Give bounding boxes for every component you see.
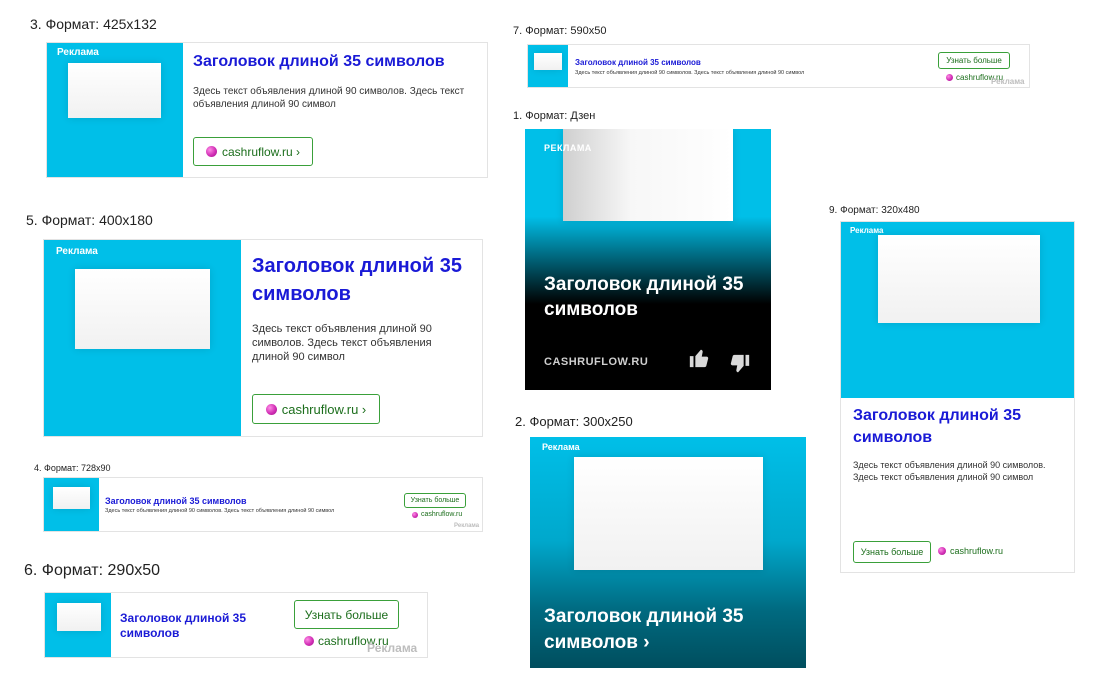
domain-text: cashruflow.ru bbox=[950, 546, 1004, 556]
ad-title[interactable]: Заголовок длиной 35 символов bbox=[120, 611, 265, 641]
favicon-dot-icon bbox=[205, 146, 217, 157]
image-placeholder bbox=[53, 487, 90, 509]
ad-banner-728x90[interactable]: Заголовок длиной 35 символов Здесь текст… bbox=[43, 477, 483, 532]
ad-text: Здесь текст объявления длиной 90 символо… bbox=[575, 70, 805, 76]
ad-title[interactable]: Заголовок длиной 35 символов bbox=[853, 405, 1068, 449]
ad-image-area bbox=[528, 45, 568, 87]
format-label-320x480: 9. Формат: 320x480 bbox=[829, 205, 920, 216]
format-label-290x50: 6. Формат: 290x50 bbox=[24, 562, 161, 579]
image-placeholder bbox=[534, 53, 562, 70]
domain-link: cashruflow.ru › bbox=[281, 401, 367, 417]
learn-more-button[interactable]: Узнать больше bbox=[938, 52, 1010, 69]
favicon-dot-icon bbox=[304, 636, 314, 646]
ad-label: Реклама bbox=[850, 226, 884, 235]
image-placeholder bbox=[878, 235, 1040, 323]
domain-link[interactable]: cashruflow.ru bbox=[938, 546, 1003, 556]
ad-label: Реклама bbox=[454, 523, 480, 529]
domain-text: cashruflow.ru bbox=[421, 511, 463, 518]
domain-button[interactable]: cashruflow.ru › bbox=[252, 394, 380, 424]
ad-label: РЕКЛАМА bbox=[544, 143, 592, 153]
domain-link[interactable]: CASHRUFLOW.RU bbox=[544, 356, 648, 368]
favicon-dot-icon bbox=[938, 547, 946, 555]
learn-more-button[interactable]: Узнать больше bbox=[404, 493, 466, 508]
ad-banner-320x480[interactable]: Реклама Заголовок длиной 35 символов Зде… bbox=[840, 221, 1075, 573]
ad-banner-400x180[interactable]: Реклама Заголовок длиной 35 символов Зде… bbox=[43, 239, 483, 437]
thumbs-down-icon[interactable] bbox=[729, 353, 751, 375]
domain-link[interactable]: cashruflow.ru bbox=[412, 511, 462, 518]
ad-label: Реклама bbox=[57, 47, 99, 58]
thumbs-up-icon[interactable] bbox=[688, 347, 710, 369]
ad-text: Здесь текст объявления длиной 90 символо… bbox=[252, 323, 432, 363]
ad-image-area: Реклама bbox=[841, 222, 1074, 398]
learn-more-button[interactable]: Узнать больше bbox=[294, 600, 399, 629]
ad-text: Здесь текст объявления длиной 90 символо… bbox=[105, 508, 335, 514]
ad-banner-dzen[interactable]: РЕКЛАМА Заголовок длиной 35 символов CAS… bbox=[525, 129, 771, 390]
ad-banner-590x50[interactable]: Заголовок длиной 35 символов Здесь текст… bbox=[527, 44, 1030, 88]
ad-title[interactable]: Заголовок длиной 35 символов bbox=[193, 53, 445, 71]
format-label-300x250: 2. Формат: 300x250 bbox=[515, 414, 633, 429]
ad-text: Здесь текст объявления длиной 90 символо… bbox=[853, 460, 1046, 482]
ad-image-area bbox=[45, 593, 111, 657]
image-placeholder bbox=[75, 269, 210, 349]
ad-banner-300x250[interactable]: Реклама Заголовок длиной 35 символов › bbox=[530, 437, 806, 668]
format-label-400x180: 5. Формат: 400x180 bbox=[26, 212, 153, 228]
ad-banner-290x50[interactable]: Заголовок длиной 35 символов Узнать боль… bbox=[44, 592, 428, 658]
ad-label: Реклама bbox=[56, 246, 98, 257]
favicon-dot-icon bbox=[265, 403, 277, 415]
image-placeholder bbox=[57, 603, 101, 631]
format-label-dzen: 1. Формат: Дзен bbox=[513, 110, 596, 122]
favicon-dot-icon bbox=[946, 74, 953, 81]
ad-title[interactable]: Заголовок длиной 35 символов bbox=[105, 496, 247, 506]
ad-image-area: Реклама bbox=[44, 240, 241, 436]
image-placeholder bbox=[68, 63, 161, 118]
learn-more-button[interactable]: Узнать больше bbox=[853, 541, 931, 563]
ad-label: Реклама bbox=[991, 77, 1025, 86]
ad-image-area: Реклама bbox=[47, 43, 183, 177]
favicon-dot-icon bbox=[412, 511, 418, 518]
format-label-728x90: 4. Формат: 728x90 bbox=[34, 463, 111, 473]
ad-title[interactable]: Заголовок длиной 35 символов bbox=[575, 58, 701, 67]
ad-label: Реклама bbox=[367, 641, 418, 655]
format-label-425x132: 3. Формат: 425x132 bbox=[30, 16, 157, 32]
image-placeholder bbox=[574, 457, 763, 570]
ad-text: Здесь текст объявления длиной 90 символо… bbox=[193, 86, 465, 110]
ad-label: Реклама bbox=[542, 442, 580, 452]
ad-title[interactable]: Заголовок длиной 35 символов bbox=[252, 252, 477, 308]
ad-image-area bbox=[44, 478, 99, 531]
domain-link: cashruflow.ru › bbox=[221, 144, 301, 159]
domain-button[interactable]: cashruflow.ru › bbox=[193, 137, 313, 166]
ad-title[interactable]: Заголовок длиной 35 символов bbox=[544, 272, 759, 322]
ad-banner-425x132[interactable]: Реклама Заголовок длиной 35 символов Зде… bbox=[46, 42, 488, 178]
format-label-590x50: 7. Формат: 590x50 bbox=[513, 25, 607, 37]
ad-title-link[interactable]: Заголовок длиной 35 символов › bbox=[544, 604, 794, 656]
